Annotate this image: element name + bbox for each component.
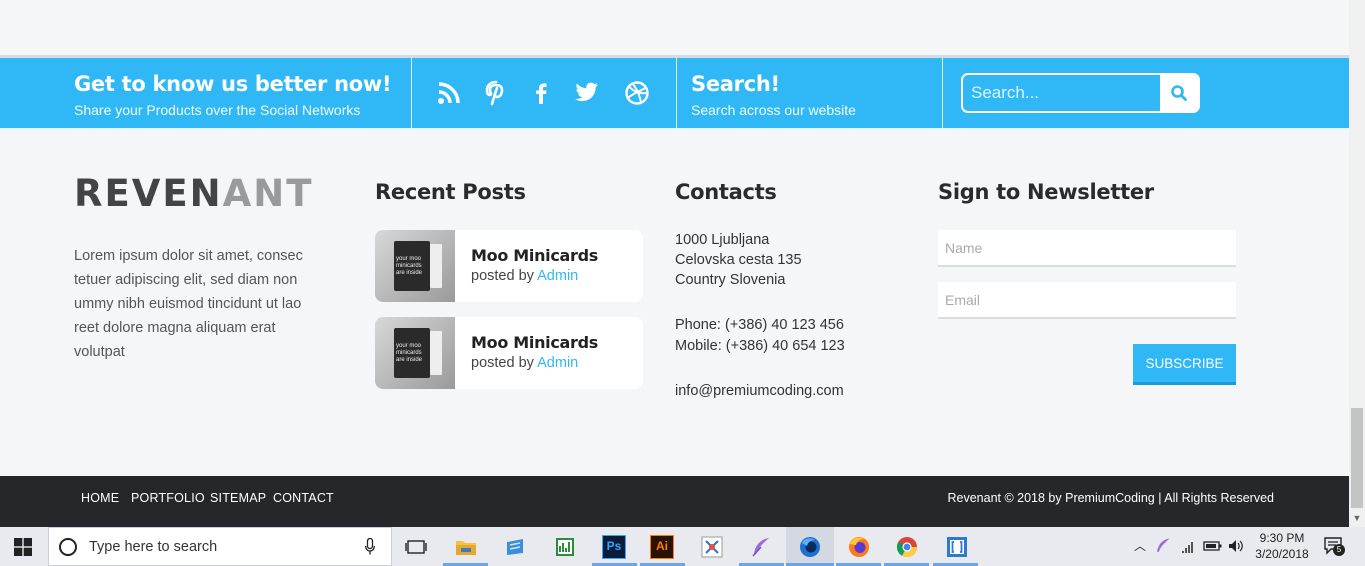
- divider: [676, 58, 677, 128]
- nav-portfolio[interactable]: PORTFOLIO: [131, 491, 205, 505]
- rss-icon[interactable]: [436, 80, 462, 106]
- copyright-text: Revenant © 2018 by PremiumCoding | All R…: [947, 491, 1274, 505]
- clock[interactable]: 9:30 PM 3/20/2018: [1247, 530, 1317, 562]
- author-link[interactable]: Admin: [537, 268, 578, 284]
- cortana-icon: [59, 538, 77, 556]
- recent-posts-title: Recent Posts: [375, 180, 526, 204]
- post-thumbnail[interactable]: your moo minicards are inside: [375, 230, 455, 302]
- photoshop-icon[interactable]: Ps: [602, 535, 626, 559]
- address-line: Country Slovenia: [675, 272, 786, 288]
- divider: [0, 128, 1349, 130]
- logo-light-part: ANT: [222, 172, 314, 215]
- search-button[interactable]: [1160, 75, 1198, 111]
- nav-contact[interactable]: CONTACT: [273, 491, 334, 505]
- divider: [411, 58, 412, 128]
- social-bar: Get to know us better now! Share your Pr…: [0, 58, 1349, 130]
- bottom-bar: HOME PORTFOLIO SITEMAP CONTACT Revenant …: [0, 476, 1349, 527]
- author-link[interactable]: Admin: [537, 355, 578, 371]
- firefox-icon[interactable]: [847, 535, 871, 559]
- windows-start-icon[interactable]: [14, 538, 32, 556]
- notification-badge: 5: [1333, 544, 1345, 556]
- contacts-title: Contacts: [675, 180, 777, 204]
- app-icon[interactable]: [503, 535, 527, 559]
- feather-tray-icon[interactable]: [1153, 536, 1173, 556]
- name-field[interactable]: [938, 230, 1236, 267]
- thumbnail-text: your moo minicards are inside: [396, 343, 423, 363]
- search-title: Search!: [691, 72, 780, 96]
- microphone-icon[interactable]: [365, 538, 375, 555]
- post-title[interactable]: Moo Minicards: [471, 333, 598, 352]
- task-view-icon[interactable]: [404, 535, 428, 559]
- box-side-shape: [430, 331, 442, 375]
- twitter-icon[interactable]: [574, 80, 600, 106]
- about-text: Lorem ipsum dolor sit amet, consec tetue…: [74, 248, 303, 360]
- nav-sitemap[interactable]: SITEMAP: [210, 491, 266, 505]
- battery-icon[interactable]: [1203, 537, 1223, 555]
- search-form: [961, 73, 1200, 113]
- logo[interactable]: REVENANT: [74, 172, 314, 215]
- email-field[interactable]: [938, 282, 1236, 319]
- action-center-icon[interactable]: 5: [1323, 536, 1345, 556]
- scroll-down-arrow[interactable]: ▼: [1349, 510, 1365, 527]
- taskbar: Type here to search Ps Ai ︿ 9:30 PM 3/20…: [0, 527, 1365, 566]
- dribbble-icon[interactable]: [624, 80, 650, 106]
- facebook-icon[interactable]: [528, 80, 554, 106]
- taskbar-search-text: Type here to search: [89, 539, 218, 555]
- snipping-tool-icon[interactable]: [700, 535, 724, 559]
- show-hidden-icons[interactable]: ︿: [1134, 537, 1146, 554]
- post-thumbnail[interactable]: your moo minicards are inside: [375, 317, 455, 389]
- post-title[interactable]: Moo Minicards: [471, 246, 598, 265]
- mobile-text: Mobile: (+386) 40 654 123: [675, 338, 845, 354]
- search-input[interactable]: [963, 75, 1161, 111]
- search-subtitle: Search across our website: [691, 102, 856, 118]
- address-line: Celovska cesta 135: [675, 252, 802, 268]
- newsletter-title: Sign to Newsletter: [938, 180, 1154, 204]
- recent-post[interactable]: your moo minicards are inside Moo Minica…: [375, 317, 643, 389]
- divider: [942, 58, 943, 128]
- subscribe-button[interactable]: SUBSCRIBE: [1133, 344, 1236, 385]
- pinterest-icon[interactable]: [483, 80, 509, 106]
- firefox-developer-icon[interactable]: [798, 535, 822, 559]
- post-meta: posted by Admin: [471, 355, 578, 371]
- phone-text: Phone: (+386) 40 123 456: [675, 317, 844, 333]
- feather-app-icon[interactable]: [749, 535, 773, 559]
- logo-dark-part: REVEN: [74, 172, 223, 215]
- social-bar-subtitle: Share your Products over the Social Netw…: [74, 102, 361, 118]
- chrome-icon[interactable]: [895, 535, 919, 559]
- volume-icon[interactable]: [1227, 537, 1245, 555]
- nav-home[interactable]: HOME: [81, 491, 119, 505]
- wifi-icon[interactable]: [1181, 537, 1199, 555]
- illustrator-icon[interactable]: Ai: [650, 535, 674, 559]
- search-icon: [1171, 85, 1187, 101]
- clock-time: 9:30 PM: [1259, 531, 1305, 545]
- posted-by-label: posted by: [471, 268, 534, 284]
- taskbar-search-box[interactable]: Type here to search: [48, 527, 392, 566]
- box-side-shape: [430, 244, 442, 288]
- chart-app-icon[interactable]: [553, 535, 577, 559]
- post-meta: posted by Admin: [471, 268, 578, 284]
- page: Get to know us better now! Share your Pr…: [0, 0, 1349, 527]
- social-bar-title: Get to know us better now!: [74, 72, 392, 96]
- thumbnail-text: your moo minicards are inside: [396, 256, 423, 276]
- email-link[interactable]: info@premiumcoding.com: [675, 381, 844, 401]
- recent-post[interactable]: your moo minicards are inside Moo Minica…: [375, 230, 643, 302]
- posted-by-label: posted by: [471, 355, 534, 371]
- brackets-icon[interactable]: [945, 535, 969, 559]
- address-line: 1000 Ljubljana: [675, 232, 770, 248]
- clock-date: 3/20/2018: [1255, 547, 1309, 561]
- file-explorer-icon[interactable]: [454, 535, 478, 559]
- scrollbar-thumb[interactable]: [1351, 408, 1363, 508]
